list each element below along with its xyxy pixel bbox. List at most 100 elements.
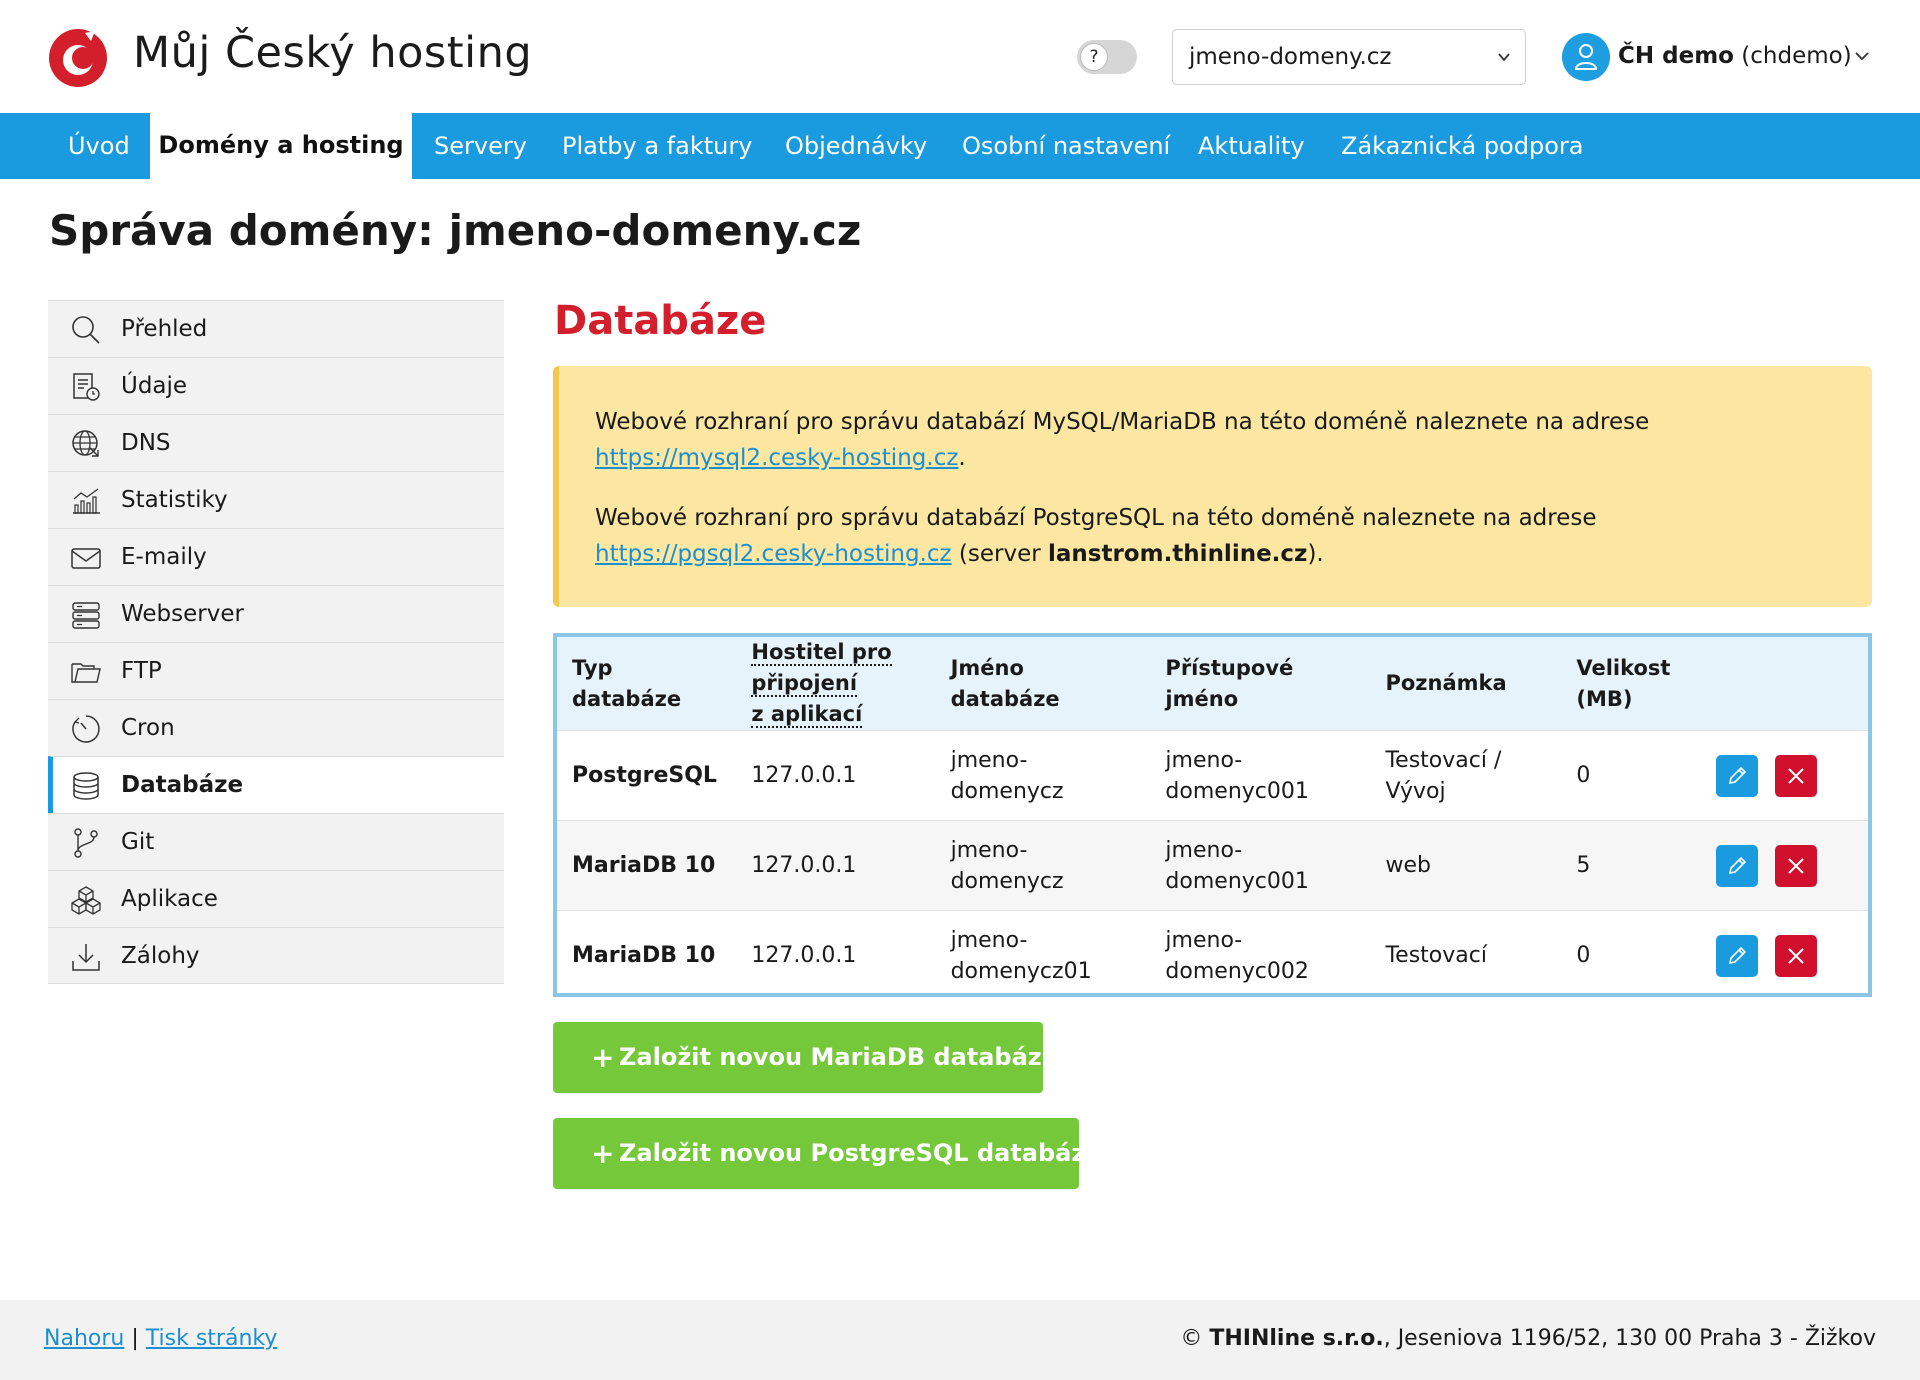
git-branch-icon bbox=[74, 828, 98, 858]
footer-separator: | bbox=[131, 1326, 139, 1351]
cell-text: jmeno- bbox=[950, 837, 1028, 863]
plus-icon: + bbox=[591, 1041, 615, 1074]
sidebar-item-webserver[interactable]: Webserver bbox=[48, 585, 504, 642]
database-icon bbox=[73, 772, 99, 800]
pencil-icon bbox=[1728, 946, 1746, 965]
cell-login: jmeno-domenyc001 bbox=[1150, 730, 1371, 821]
folder-icon bbox=[71, 663, 101, 683]
sidebar-item-cron[interactable]: Cron bbox=[48, 699, 504, 756]
sidebar-item-udaje[interactable]: Údaje bbox=[48, 357, 504, 414]
sidebar-item-ftp[interactable]: FTP bbox=[48, 642, 504, 699]
pgsql-server-name: lanstrom.thinline.cz bbox=[1048, 541, 1308, 567]
close-icon bbox=[1787, 858, 1804, 874]
col-header-size: Velikost (MB) bbox=[1561, 637, 1716, 731]
edit-button[interactable] bbox=[1715, 755, 1758, 797]
cell-text: Vývoj bbox=[1385, 778, 1446, 804]
sidebar-item-label: Údaje bbox=[121, 373, 188, 399]
sidebar-item-git[interactable]: Git bbox=[48, 813, 504, 870]
sidebar-item-statistiky[interactable]: Statistiky bbox=[48, 471, 504, 528]
search-icon bbox=[72, 316, 100, 344]
sidebar-item-label: E-maily bbox=[121, 544, 207, 570]
help-icon: ? bbox=[1080, 43, 1108, 71]
copyright-symbol: © bbox=[1180, 1326, 1203, 1351]
notice-text: ). bbox=[1307, 541, 1324, 567]
user-name: ČH demo (chdemo) bbox=[1618, 43, 1852, 69]
nav-item-platby-a-faktury[interactable]: Platby a faktury bbox=[562, 113, 752, 179]
company-name: THINline s.r.o. bbox=[1209, 1326, 1384, 1351]
cell-login: jmeno-domenyc001 bbox=[1150, 820, 1371, 911]
nav-item-zakaznicka-podpora[interactable]: Zákaznická podpora bbox=[1341, 113, 1583, 179]
delete-button[interactable] bbox=[1774, 755, 1817, 797]
col-header-note: Poznámka bbox=[1370, 637, 1562, 731]
new-postgresql-button[interactable]: + Založit novou PostgreSQL databázi bbox=[553, 1118, 1094, 1189]
cell-type: PostgreSQL bbox=[557, 730, 737, 821]
close-icon bbox=[1787, 948, 1804, 964]
database-table-grid: Typ databáze Hostitel pro připojení z apli… bbox=[557, 637, 1868, 1001]
sidebar-item-prehled[interactable]: Přehled bbox=[48, 300, 504, 357]
chevron-down-icon bbox=[1855, 52, 1869, 61]
brand-logo-icon[interactable] bbox=[47, 27, 109, 89]
delete-button[interactable] bbox=[1774, 935, 1817, 977]
user-display-name: ČH demo bbox=[1618, 43, 1734, 69]
info-notice: Webové rozhraní pro správu databází MySQ… bbox=[553, 366, 1872, 607]
cell-dbname: jmeno-domenycz bbox=[935, 820, 1151, 911]
cell-actions bbox=[1715, 730, 1868, 821]
sidebar: Přehled Údaje DNS Statistiky E-maily Web… bbox=[48, 300, 504, 984]
sidebar-item-label: Přehled bbox=[121, 316, 208, 342]
nav-item-osobni-nastaveni[interactable]: Osobní nastavení bbox=[962, 113, 1170, 179]
cell-size: 5 bbox=[1561, 820, 1716, 911]
cell-type: MariaDB 10 bbox=[557, 820, 737, 911]
delete-button[interactable] bbox=[1774, 845, 1817, 887]
globe-icon bbox=[72, 430, 99, 457]
back-to-top-link[interactable]: Nahoru bbox=[44, 1326, 124, 1351]
mysql-admin-link[interactable]: https://mysql2.cesky-hosting.cz bbox=[595, 445, 958, 471]
cell-text: domenycz bbox=[950, 778, 1064, 804]
header-text: Přístupové bbox=[1165, 655, 1294, 680]
sidebar-item-zalohy[interactable]: Zálohy bbox=[48, 927, 504, 984]
header-text: databáze bbox=[572, 686, 682, 711]
sidebar-item-label: FTP bbox=[121, 658, 162, 684]
nav-item-domeny-a-hosting[interactable]: Domény a hosting bbox=[150, 106, 412, 179]
new-mariadb-button[interactable]: + Založit novou MariaDB databázi bbox=[553, 1022, 1050, 1093]
cell-text: jmeno- bbox=[1165, 927, 1243, 953]
cell-text: domenyc001 bbox=[1165, 778, 1309, 804]
brand-name[interactable]: Můj Český hosting bbox=[133, 28, 532, 78]
nav-item-aktuality[interactable]: Aktuality bbox=[1198, 113, 1305, 179]
section-title: Databáze bbox=[554, 298, 767, 344]
nav-item-uvod[interactable]: Úvod bbox=[68, 113, 130, 179]
edit-button[interactable] bbox=[1715, 935, 1758, 977]
close-icon bbox=[1787, 768, 1804, 784]
col-header-host: Hostitel pro připojení z aplikací bbox=[736, 637, 936, 731]
clock-icon bbox=[72, 715, 100, 743]
sidebar-item-aplikace[interactable]: Aplikace bbox=[48, 870, 504, 927]
sidebar-item-label: Aplikace bbox=[121, 886, 218, 912]
sidebar-item-label: Git bbox=[121, 829, 155, 855]
print-page-link[interactable]: Tisk stránky bbox=[146, 1326, 278, 1351]
help-toggle[interactable]: ? bbox=[1077, 40, 1137, 74]
sidebar-item-databaze[interactable]: Databáze bbox=[48, 756, 504, 813]
header-text: Jméno bbox=[950, 655, 1024, 680]
header-text: databáze bbox=[950, 686, 1060, 711]
header-text: (MB) bbox=[1576, 686, 1633, 711]
document-icon bbox=[73, 373, 100, 401]
header-text: Velikost bbox=[1576, 655, 1671, 680]
sidebar-item-label: Zálohy bbox=[121, 943, 200, 969]
footer: Nahoru | Tisk stránky © THINline s.r.o.,… bbox=[0, 1300, 1920, 1380]
sidebar-item-e-maily[interactable]: E-maily bbox=[48, 528, 504, 585]
download-icon bbox=[72, 944, 100, 971]
table-row: MariaDB 10 127.0.0.1 jmeno-domenycz jmen… bbox=[557, 820, 1868, 911]
header: Můj Český hosting ? jmeno-domeny.cz ČH d… bbox=[0, 0, 1920, 113]
sidebar-item-dns[interactable]: DNS bbox=[48, 414, 504, 471]
pgsql-admin-link[interactable]: https://pgsql2.cesky-hosting.cz bbox=[595, 541, 952, 567]
notice-text: (server bbox=[951, 541, 1048, 567]
col-header-dbname: Jméno databáze bbox=[935, 637, 1151, 731]
nav-item-objednavky[interactable]: Objednávky bbox=[785, 113, 927, 179]
notice-text: Webové rozhraní pro správu databází MySQ… bbox=[595, 409, 1650, 435]
main-nav: Úvod Domény a hosting Servery Platby a f… bbox=[0, 106, 1920, 179]
edit-button[interactable] bbox=[1715, 845, 1758, 887]
domain-select[interactable]: jmeno-domeny.cz bbox=[1172, 29, 1526, 85]
nav-item-servery[interactable]: Servery bbox=[434, 113, 527, 179]
cell-text: jmeno- bbox=[1165, 837, 1243, 863]
cell-actions bbox=[1715, 910, 1868, 1001]
cell-host: 127.0.0.1 bbox=[736, 730, 936, 821]
